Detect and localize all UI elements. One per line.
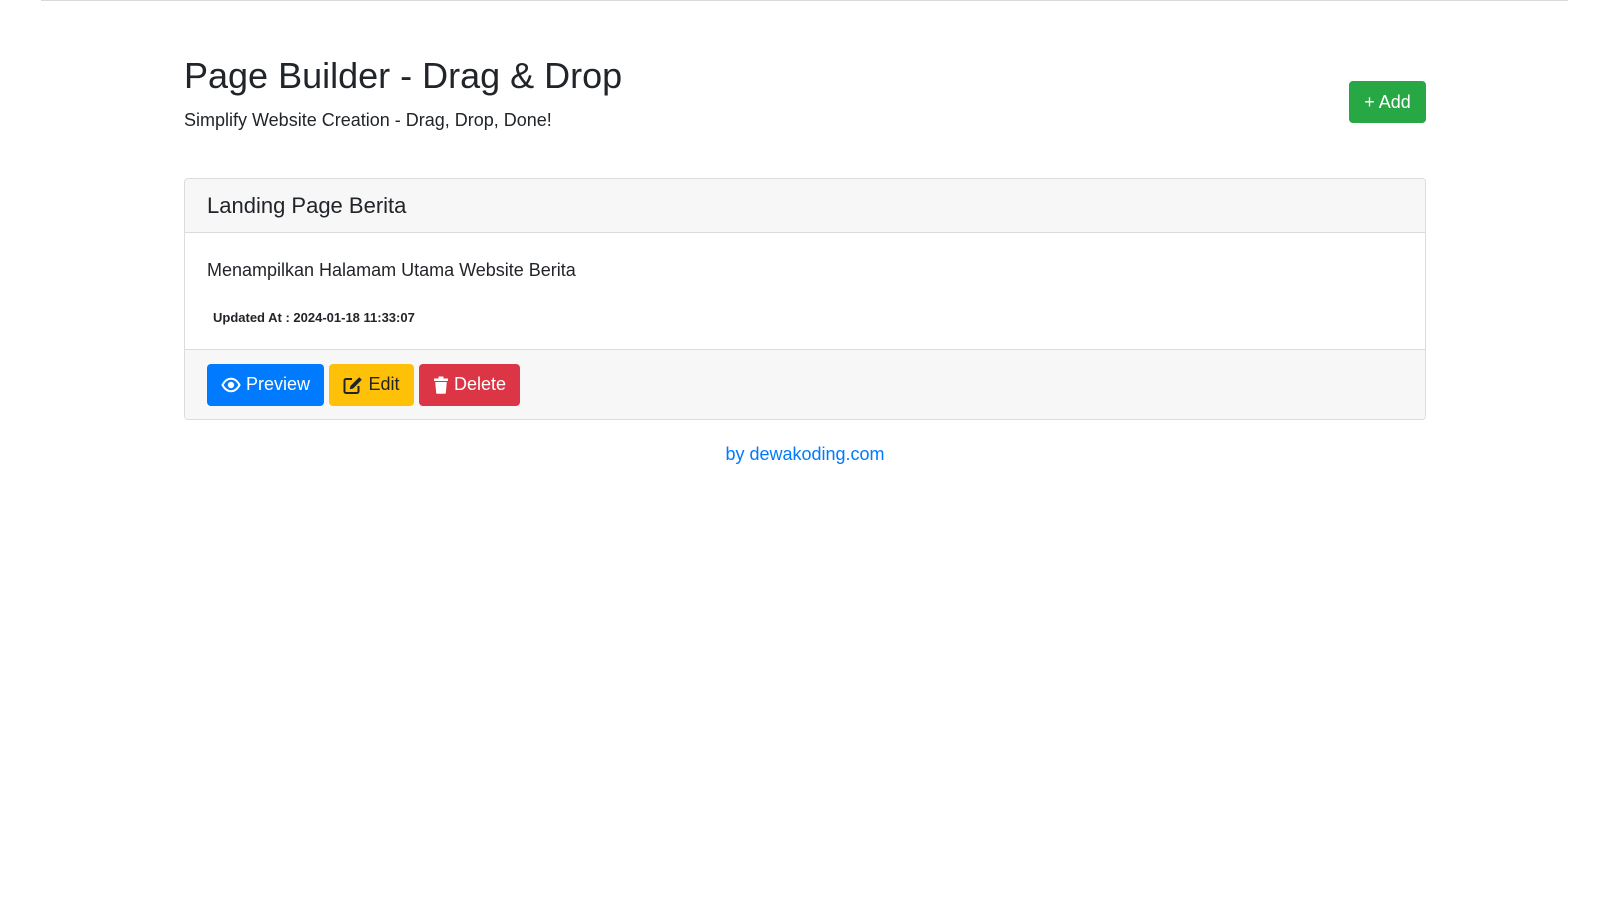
page-title: Page Builder - Drag & Drop (184, 55, 623, 96)
card-description: Menampilkan Halamam Utama Website Berita (207, 260, 576, 280)
page-card: Landing Page Berita Menampilkan Halamam … (184, 178, 1426, 420)
eye-icon (221, 377, 241, 393)
preview-button-label: Preview (245, 374, 311, 394)
edit-button-label: Edit (368, 374, 400, 394)
card-header: Landing Page Berita (185, 179, 1425, 233)
delete-button[interactable]: Delete (419, 363, 520, 406)
main-container: Page Builder - Drag & Drop Simplify Webs… (184, 0, 1426, 464)
credit-link[interactable]: by dewakoding.com (725, 444, 884, 464)
card-title: Landing Page Berita (207, 192, 407, 218)
card-footer: Preview Edit Delete (185, 349, 1425, 419)
footer-credit: by dewakoding.com (184, 442, 1426, 466)
edit-button[interactable]: Edit (329, 363, 414, 406)
delete-button-label: Delete (453, 374, 507, 394)
page-subtitle: Simplify Website Creation - Drag, Drop, … (184, 110, 552, 130)
page-header: Page Builder - Drag & Drop Simplify Webs… (184, 0, 1426, 178)
trash-icon (433, 376, 449, 394)
card-body: Menampilkan Halamam Utama Website Berita… (185, 233, 1425, 349)
edit-icon (343, 376, 363, 394)
add-page-button[interactable]: + Add (1349, 81, 1426, 123)
card-updated-at: Updated At : 2024-01-18 11:33:07 (213, 310, 415, 325)
preview-button[interactable]: Preview (207, 363, 324, 406)
